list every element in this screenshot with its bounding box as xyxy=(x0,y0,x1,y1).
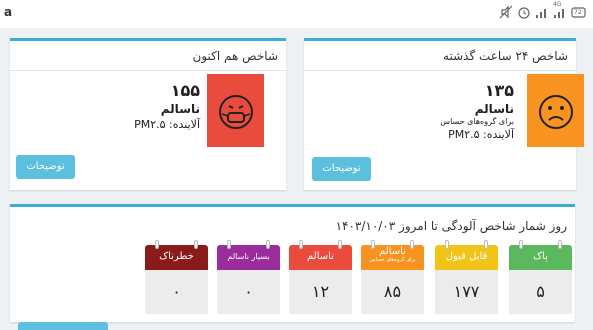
counter-hazardous-count: ۰ xyxy=(145,270,208,314)
counter-unhealthy-sensitive: ناسالم برای گروه‌های حساس ۸۵ xyxy=(361,240,424,314)
battery-level: 72 xyxy=(574,9,582,16)
counter-clean-label: پاک xyxy=(509,240,572,270)
current-aqi-value: ۱۵۵ xyxy=(170,81,200,100)
aqi-24h-note: برای گروه‌های حساس xyxy=(440,117,514,126)
counter-unhealthy-sensitive-label: ناسالم برای گروه‌های حساس xyxy=(361,240,424,270)
network-label: 4G xyxy=(553,1,562,8)
aqi-24h-info: ۱۳۵ ناسالم برای گروه‌های حساس آلاینده: P… xyxy=(440,81,514,141)
counter-very-unhealthy: بسیار ناسالم ۰ xyxy=(217,240,280,314)
counter-very-unhealthy-label: بسیار ناسالم xyxy=(217,240,280,270)
aqi-24h-status: ناسالم xyxy=(474,102,514,116)
current-aqi-details-button[interactable]: توضیحات xyxy=(16,155,75,179)
status-icons: 4G 72 xyxy=(499,1,587,22)
signal-4g-icon: 4G xyxy=(553,1,567,22)
current-aqi-status: ناسالم xyxy=(160,102,200,116)
aqi-24h-card: شاخص ۲۴ ساعت گذشته ۱۳۵ ناسالم برای گروه‌… xyxy=(304,38,584,190)
counter-unhealthy: ناسالم ۱۲ xyxy=(289,240,352,314)
counter-clean: پاک ۵ xyxy=(509,240,572,314)
mute-icon xyxy=(499,5,513,22)
battery-icon: 72 xyxy=(571,5,587,22)
aqi-24h-details-button[interactable]: توضیحات xyxy=(312,157,371,181)
alarm-icon xyxy=(517,5,531,22)
counter-hazardous-label: خطرناک xyxy=(145,240,208,270)
current-aqi-face-box xyxy=(207,74,264,147)
counter-unhealthy-sensitive-count: ۸۵ xyxy=(361,270,424,314)
counter-unhealthy-label: ناسالم xyxy=(289,240,352,270)
day-counter-title: روز شمار شاخص آلودگی تا امروز ۱۴۰۳/۱۰/۰۳ xyxy=(335,219,567,233)
counter-acceptable-count: ۱۷۷ xyxy=(435,270,498,314)
counter-unhealthy-count: ۱۲ xyxy=(289,270,352,314)
aqi-24h-pollutant: آلاینده: PM۲.۵ xyxy=(448,128,514,141)
counter-hazardous: خطرناک ۰ xyxy=(145,240,208,314)
current-aqi-info: ۱۵۵ ناسالم آلاینده: PM۲.۵ xyxy=(134,81,200,131)
masked-face-icon xyxy=(219,95,253,129)
counter-very-unhealthy-count: ۰ xyxy=(217,270,280,314)
current-aqi-title: شاخص هم اکنون xyxy=(10,41,286,71)
aqi-24h-value: ۱۳۵ xyxy=(484,81,514,100)
counter-acceptable-label: قابل قبول xyxy=(435,240,498,270)
sad-face-icon xyxy=(539,95,573,129)
status-left-glyph: a xyxy=(4,5,13,19)
signal-icon xyxy=(535,5,549,22)
counter-clean-count: ۵ xyxy=(509,270,572,314)
current-aqi-pollutant: آلاینده: PM۲.۵ xyxy=(134,118,200,131)
counter-acceptable: قابل قبول ۱۷۷ xyxy=(435,240,498,314)
aqi-24h-title: شاخص ۲۴ ساعت گذشته xyxy=(304,41,576,71)
bottom-button[interactable] xyxy=(18,322,108,330)
status-bar: a 4G 72 xyxy=(0,0,593,28)
current-aqi-card: شاخص هم اکنون ۱۵۵ ناسالم آلاینده: PM۲.۵ … xyxy=(10,38,286,190)
aqi-24h-face-box xyxy=(527,74,584,147)
